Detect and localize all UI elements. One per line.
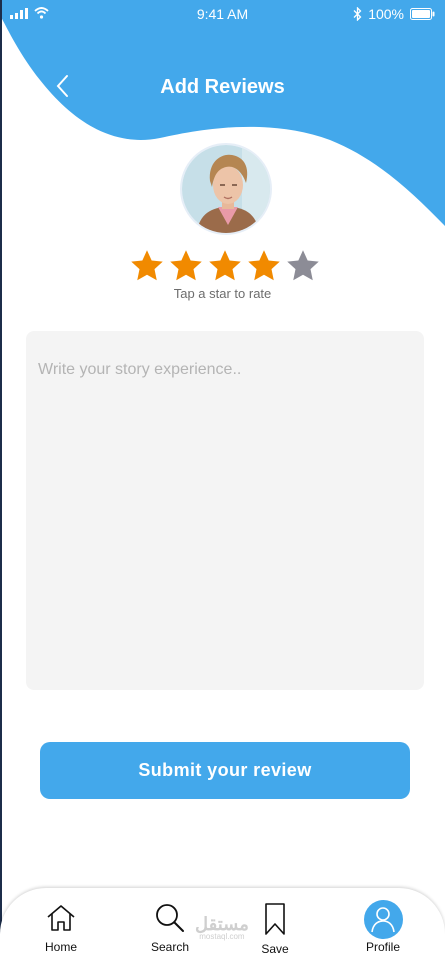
tab-save-label: Save <box>261 942 289 956</box>
bluetooth-icon <box>353 7 362 21</box>
user-photo <box>182 145 270 233</box>
star-icon-3[interactable] <box>207 248 243 284</box>
home-icon <box>47 905 75 931</box>
tab-home[interactable]: Home <box>21 898 101 958</box>
search-icon <box>156 904 184 932</box>
star-icon-1[interactable] <box>129 248 165 284</box>
battery-percent: 100% <box>368 6 404 22</box>
star-icon-4[interactable] <box>246 248 282 284</box>
watermark-text: مستقل <box>195 914 249 934</box>
star-icon-5[interactable] <box>285 248 321 284</box>
status-bar: 9:41 AM 100% <box>0 0 445 30</box>
battery-icon <box>410 8 435 20</box>
watermark-sub: mostaql.com <box>199 932 245 941</box>
submit-review-button[interactable]: Submit your review <box>40 742 410 799</box>
tab-search-label: Search <box>150 940 190 954</box>
review-textarea[interactable] <box>26 331 424 690</box>
star-icon-2[interactable] <box>168 248 204 284</box>
rating-hint: Tap a star to rate <box>173 286 272 301</box>
tab-profile-label: Profile <box>365 940 400 954</box>
frame-edge <box>0 0 2 960</box>
profile-icon <box>371 907 395 933</box>
app-screen: 9:41 AM 100% Add Reviews Tap a star to r… <box>0 0 445 960</box>
page-title: Add Reviews <box>160 76 285 98</box>
avatar <box>180 143 272 235</box>
tab-home-label: Home <box>44 940 77 954</box>
star-rating <box>129 248 321 284</box>
tab-profile[interactable]: Profile <box>343 898 423 958</box>
bookmark-icon <box>265 903 285 935</box>
watermark: مستقل mostaql.com <box>195 914 249 941</box>
status-right: 100% <box>353 6 435 22</box>
